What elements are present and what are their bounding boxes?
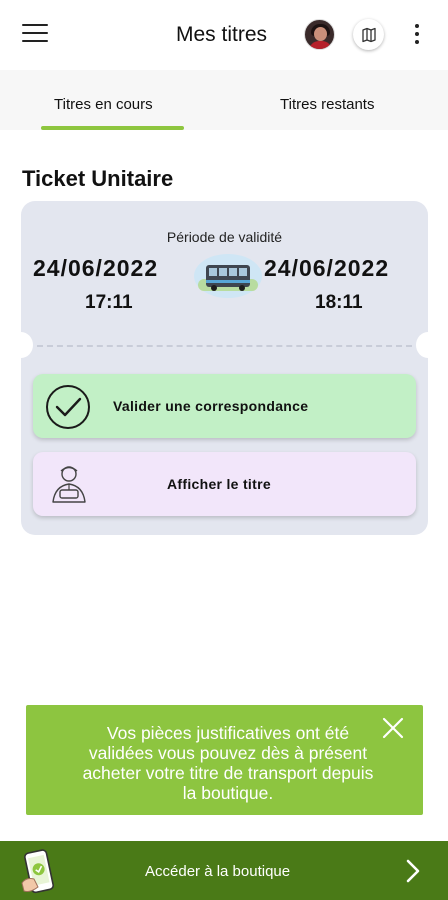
page-title: Mes titres xyxy=(176,23,268,46)
map-icon[interactable] xyxy=(353,19,384,50)
validate-connection-button[interactable]: Valider une correspondance xyxy=(33,374,416,438)
check-circle-icon xyxy=(45,384,91,430)
shop-access-label: Accéder à la boutique xyxy=(145,863,291,880)
validation-toast: Vos pièces justificatives ont été validé… xyxy=(26,705,423,815)
ticket-notch-right xyxy=(416,332,440,358)
show-ticket-label: Afficher le titre xyxy=(167,476,271,492)
hamburger-menu-icon[interactable] xyxy=(22,24,48,46)
active-tab-indicator xyxy=(41,126,184,130)
ticket-perforation xyxy=(37,345,412,347)
start-time: 17:11 xyxy=(85,292,133,313)
bus-icon xyxy=(192,253,264,299)
end-time: 18:11 xyxy=(315,292,363,313)
start-date: 24/06/2022 xyxy=(33,255,159,281)
chevron-right-icon xyxy=(402,858,424,884)
tab-titres-en-cours[interactable]: Titres en cours xyxy=(54,96,153,113)
validate-connection-label: Valider une correspondance xyxy=(113,398,309,414)
ticket-notch-left xyxy=(9,332,33,358)
end-date: 24/06/2022 xyxy=(264,255,390,281)
ticket-card: Période de validité 24/06/2022 24/06/202… xyxy=(9,201,440,535)
controller-agent-icon xyxy=(47,462,91,506)
phone-shop-icon xyxy=(20,847,60,895)
tab-titres-restants[interactable]: Titres restants xyxy=(280,96,374,113)
tab-bar: Titres en cours Titres restants xyxy=(0,70,448,130)
more-vertical-icon[interactable] xyxy=(410,24,424,48)
toast-message: Vos pièces justificatives ont été validé… xyxy=(82,723,374,803)
app-bar: Mes titres xyxy=(0,0,448,70)
close-icon[interactable] xyxy=(382,717,404,739)
ticket-name: Ticket Unitaire xyxy=(22,166,174,191)
validity-period-label: Période de validité xyxy=(166,229,283,245)
shop-access-button[interactable]: Accéder à la boutique xyxy=(0,841,448,900)
show-ticket-button[interactable]: Afficher le titre xyxy=(33,452,416,516)
avatar[interactable] xyxy=(304,19,335,50)
